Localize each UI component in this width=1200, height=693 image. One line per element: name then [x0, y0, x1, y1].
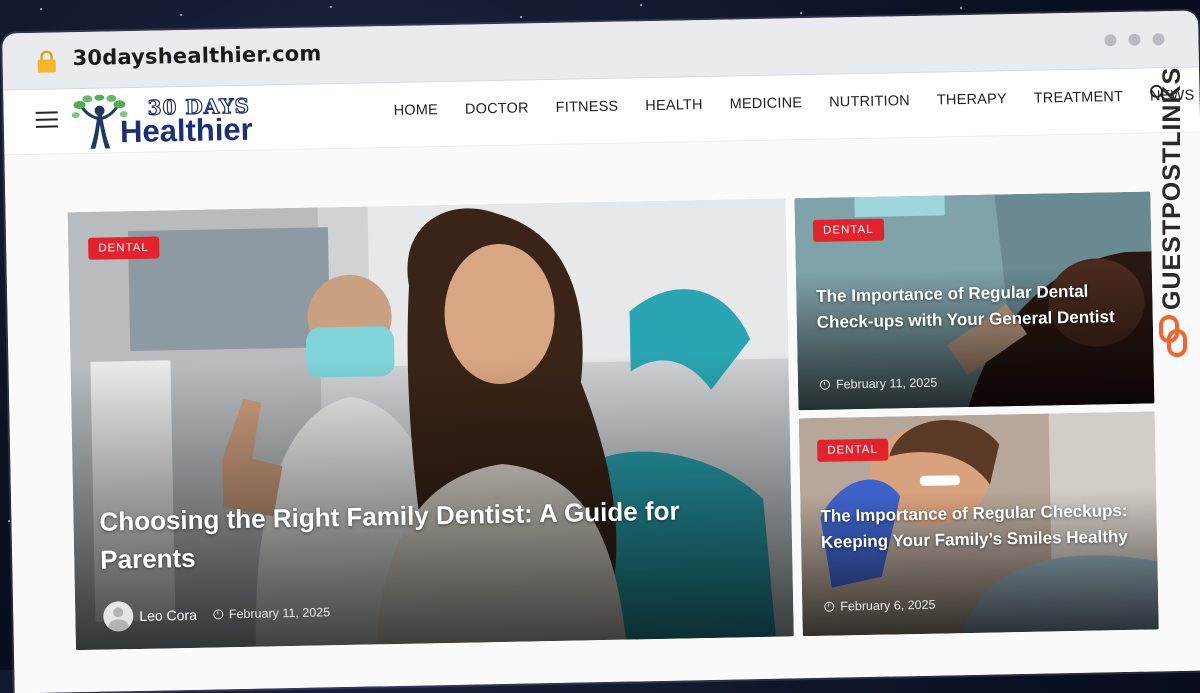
clock-icon — [212, 609, 223, 620]
clock-icon — [824, 601, 835, 612]
hamburger-menu-icon[interactable] — [35, 111, 58, 128]
clock-icon — [819, 379, 831, 390]
featured-post-meta: Leo Cora February 11, 2025 — [103, 597, 331, 632]
nav-item-home[interactable]: HOME — [394, 102, 439, 119]
guestpostlinks-watermark: GUESTPOSTLINKS — [1154, 60, 1194, 360]
nav-item-health[interactable]: HEALTH — [645, 97, 703, 114]
side-post-title[interactable]: The Importance of Regular Dental Check-u… — [816, 278, 1127, 337]
side-post-meta: February 11, 2025 — [819, 375, 938, 392]
featured-post-title[interactable]: Choosing the Right Family Dentist: A Gui… — [99, 492, 720, 579]
nav-item-nutrition[interactable]: NUTRITION — [829, 93, 910, 111]
side-post-card[interactable]: DENTAL The Importance of Regular Dental … — [794, 191, 1155, 411]
nav-item-fitness[interactable]: FITNESS — [556, 99, 619, 116]
main-content: DENTAL Choosing the Right Family Dentist… — [4, 132, 1200, 693]
nav-item-doctor[interactable]: DOCTOR — [465, 100, 529, 117]
side-post-title[interactable]: The Importance of Regular Checkups: Keep… — [820, 498, 1131, 557]
site-logo[interactable]: 30 DAYS Healthier — [67, 91, 288, 151]
author-avatar[interactable] — [103, 601, 134, 632]
address-bar-url[interactable]: 30dayshealthier.com — [72, 41, 321, 70]
nav-item-medicine[interactable]: MEDICINE — [730, 95, 803, 112]
lock-icon — [37, 50, 56, 73]
watermark-text: GUESTPOSTLINKS — [1158, 66, 1186, 310]
image-overlay — [67, 198, 794, 651]
post-date: February 11, 2025 — [228, 605, 331, 622]
main-navigation: HOME DOCTOR FITNESS HEALTH MEDICINE NUTR… — [394, 87, 1200, 119]
window-dot-icon[interactable] — [1128, 33, 1141, 46]
nav-item-therapy[interactable]: THERAPY — [937, 91, 1007, 108]
category-badge[interactable]: DENTAL — [817, 438, 889, 462]
browser-window: 30dayshealthier.com 30 DAYS Healthier HO… — [2, 10, 1200, 693]
post-date: February 6, 2025 — [840, 597, 936, 614]
logo-wordmark: Healthier — [119, 111, 254, 150]
featured-post-card[interactable]: DENTAL Choosing the Right Family Dentist… — [67, 198, 794, 651]
author-name[interactable]: Leo Cora — [139, 607, 197, 624]
window-dot-icon[interactable] — [1104, 34, 1117, 47]
link-logo-icon — [1159, 315, 1187, 357]
side-post-meta: February 6, 2025 — [824, 597, 936, 614]
window-controls — [1104, 33, 1165, 47]
nav-item-treatment[interactable]: TREATMENT — [1034, 89, 1124, 107]
post-date: February 11, 2025 — [835, 375, 938, 392]
window-dot-icon[interactable] — [1152, 33, 1165, 46]
category-badge[interactable]: DENTAL — [812, 218, 884, 242]
category-badge[interactable]: DENTAL — [88, 236, 159, 260]
side-post-card[interactable]: DENTAL The Importance of Regular Checkup… — [798, 411, 1159, 637]
